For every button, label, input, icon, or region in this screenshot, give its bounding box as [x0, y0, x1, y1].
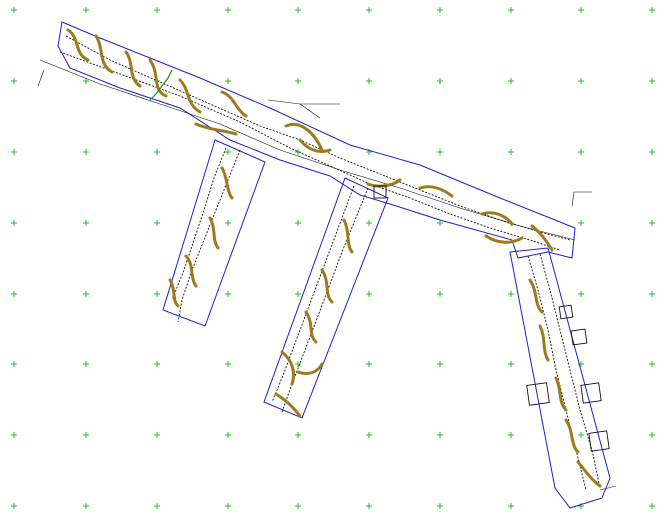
drawing-background: [0, 0, 667, 524]
cad-drawing-canvas[interactable]: [0, 0, 667, 524]
